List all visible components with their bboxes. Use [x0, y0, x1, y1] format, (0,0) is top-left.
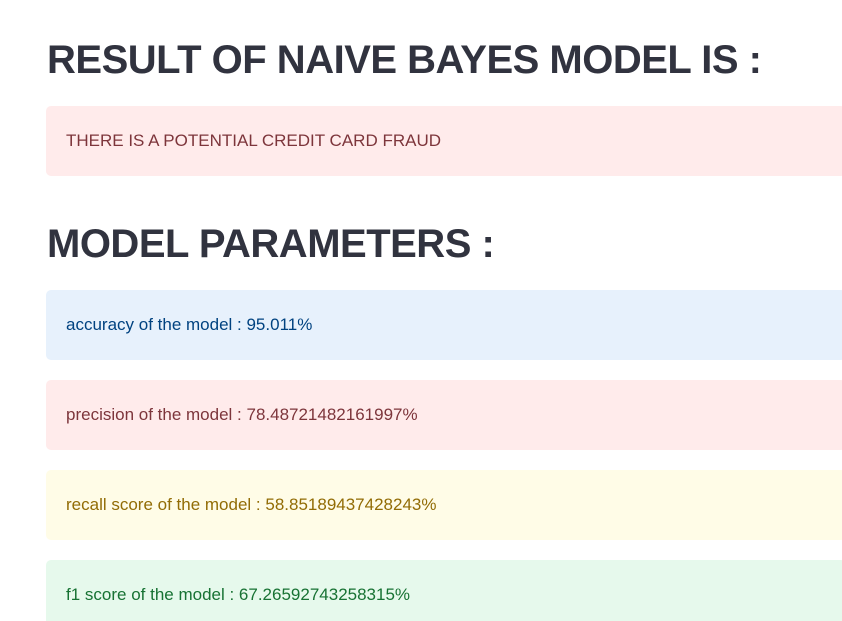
accuracy-text: accuracy of the model : 95.011% [66, 315, 313, 334]
prediction-text: THERE IS A POTENTIAL CREDIT CARD FRAUD [66, 131, 442, 150]
f1-success-alert: f1 score of the model : 67.2659274325831… [46, 560, 842, 621]
result-heading: RESULT OF NAIVE BAYES MODEL IS : [47, 38, 762, 82]
recall-text: recall score of the model : 58.851894374… [66, 495, 437, 514]
prediction-error-alert: THERE IS A POTENTIAL CREDIT CARD FRAUD [46, 106, 842, 176]
model-parameters-heading: MODEL PARAMETERS : [47, 222, 495, 266]
precision-error-alert: precision of the model : 78.487214821619… [46, 380, 842, 450]
precision-text: precision of the model : 78.487214821619… [66, 405, 418, 424]
accuracy-info-alert: accuracy of the model : 95.011% [46, 290, 842, 360]
recall-warning-alert: recall score of the model : 58.851894374… [46, 470, 842, 540]
f1-text: f1 score of the model : 67.2659274325831… [66, 585, 411, 604]
